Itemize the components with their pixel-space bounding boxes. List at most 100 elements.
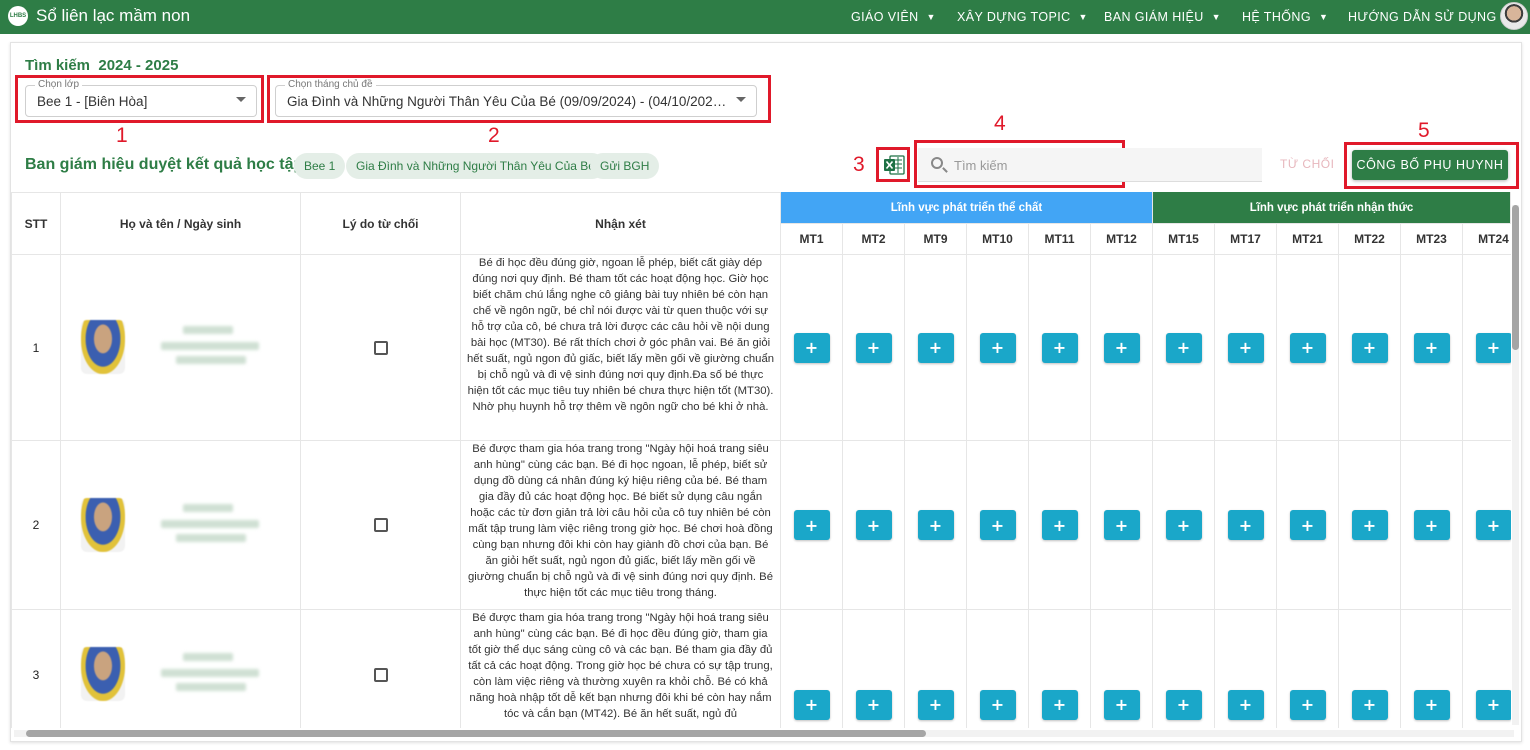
blurred-student-name [161,520,259,528]
nav-label: XÂY DỰNG TOPIC [957,10,1071,24]
nav-ban-giam-hieu[interactable]: BAN GIÁM HIỆU ▼ [1104,0,1221,34]
criterion-header: MT2 [843,224,905,255]
search-section-title: Tìm kiếm 2024 - 2025 [25,57,179,74]
criterion-cell: + [843,610,905,728]
add-score-button[interactable]: + [855,332,892,363]
add-score-button[interactable]: + [1165,510,1202,540]
reject-checkbox[interactable] [373,667,388,682]
add-score-button[interactable]: + [1413,332,1450,363]
chevron-down-icon: ▼ [1211,12,1221,22]
add-score-button[interactable]: + [979,689,1016,720]
criterion-cell: + [905,610,967,728]
add-score-button[interactable]: + [1103,332,1140,363]
add-score-button[interactable]: + [1413,510,1450,540]
top-app-bar: LHBS Sổ liên lạc mầm non GIÁO VIÊN ▼ XÂY … [0,0,1530,34]
annotation-number-3: 3 [853,153,865,176]
add-score-button[interactable]: + [1475,332,1511,363]
add-score-button[interactable]: + [1041,689,1078,720]
criterion-cell: + [1091,441,1153,610]
nav-label: HỆ THỐNG [1242,10,1311,24]
app-title[interactable]: Sổ liên lạc mầm non [36,6,190,26]
add-score-button[interactable]: + [1289,510,1326,540]
criterion-cell: + [1215,441,1277,610]
criterion-cell: + [1339,255,1401,441]
results-table: STT Họ và tên / Ngày sinh Lý do từ chối … [11,192,1511,728]
criterion-cell: + [1401,610,1463,728]
add-score-button[interactable]: + [917,689,954,720]
add-score-button[interactable]: + [1103,689,1140,720]
criterion-header: MT9 [905,224,967,255]
annotation-box-1 [15,75,264,123]
user-avatar[interactable] [1500,2,1528,30]
comment-cell: Bé được tham gia hóa trang trong "Ngày h… [461,441,781,610]
criterion-cell: + [967,441,1029,610]
chip-topic: Gia Đình và Những Người Thân Yêu Của Bé [346,153,605,179]
criterion-cell: + [1277,610,1339,728]
add-score-button[interactable]: + [1475,689,1511,720]
criterion-cell: + [1463,610,1511,728]
add-score-button[interactable]: + [855,689,892,720]
add-score-button[interactable]: + [793,332,830,363]
criterion-header: MT1 [781,224,843,255]
add-score-button[interactable]: + [1413,689,1450,720]
add-score-button[interactable]: + [1289,332,1326,363]
add-score-button[interactable]: + [1165,689,1202,720]
add-score-button[interactable]: + [1475,510,1511,540]
criterion-cell: + [1153,441,1215,610]
add-score-button[interactable]: + [1351,332,1388,363]
blurred-student-name [161,669,259,677]
horizontal-scrollbar[interactable] [14,730,1514,737]
add-score-button[interactable]: + [1041,332,1078,363]
nav-he-thong[interactable]: HỆ THỐNG ▼ [1242,0,1328,34]
search-input[interactable] [954,155,1244,175]
add-score-button[interactable]: + [1041,510,1078,540]
add-score-button[interactable]: + [793,689,830,720]
school-logo-icon[interactable]: LHBS [8,6,28,26]
add-score-button[interactable]: + [1351,510,1388,540]
criterion-header: MT11 [1029,224,1091,255]
add-score-button[interactable]: + [917,510,954,540]
review-section-title: Ban giám hiệu duyệt kết quả học tập [25,156,304,173]
scrollbar-thumb[interactable] [26,730,926,737]
row-stt: 2 [11,441,61,610]
criterion-cell: + [1029,610,1091,728]
add-score-button[interactable]: + [1227,510,1264,540]
scrollbar-thumb[interactable] [1512,205,1519,350]
reject-checkbox[interactable] [373,518,388,532]
add-score-button[interactable]: + [1227,689,1264,720]
search-field[interactable] [918,148,1262,182]
chevron-down-icon: ▼ [926,12,936,22]
comment-cell: Bé đi học đều đúng giờ, ngoan lễ phép, b… [461,255,781,441]
student-avatar [81,320,125,374]
criterion-cell: + [1401,441,1463,610]
chevron-down-icon: ▼ [1078,12,1088,22]
add-score-button[interactable]: + [1351,689,1388,720]
reject-checkbox[interactable] [373,340,388,355]
blurred-student-name [176,534,246,542]
nav-huong-dan-su-dung[interactable]: HƯỚNG DẪN SỬ DỤNG [1348,0,1497,34]
criterion-cell: + [1339,610,1401,728]
reject-button[interactable]: TỪ CHỐI [1280,157,1334,171]
header-comment: Nhận xét [461,192,781,255]
add-score-button[interactable]: + [979,332,1016,363]
add-score-button[interactable]: + [793,510,830,540]
criterion-cell: + [967,255,1029,441]
add-score-button[interactable]: + [1289,689,1326,720]
nav-xay-dung-topic[interactable]: XÂY DỰNG TOPIC ▼ [957,0,1088,34]
excel-export-icon[interactable] [883,155,905,175]
add-score-button[interactable]: + [1227,332,1264,363]
add-score-button[interactable]: + [917,332,954,363]
criterion-cell: + [905,255,967,441]
publish-to-parents-button[interactable]: CÔNG BỐ PHỤ HUYNH [1352,150,1508,180]
criterion-header: MT10 [967,224,1029,255]
nav-giao-vien[interactable]: GIÁO VIÊN ▼ [851,0,936,34]
group-cognitive-development: Lĩnh vực phát triển nhận thức [1153,192,1511,224]
criterion-cell: + [843,255,905,441]
add-score-button[interactable]: + [855,510,892,540]
add-score-button[interactable]: + [1165,332,1202,363]
add-score-button[interactable]: + [979,510,1016,540]
vertical-scrollbar[interactable] [1512,205,1519,725]
criterion-header: MT24 [1463,224,1511,255]
row-stt: 1 [11,255,61,441]
add-score-button[interactable]: + [1103,510,1140,540]
